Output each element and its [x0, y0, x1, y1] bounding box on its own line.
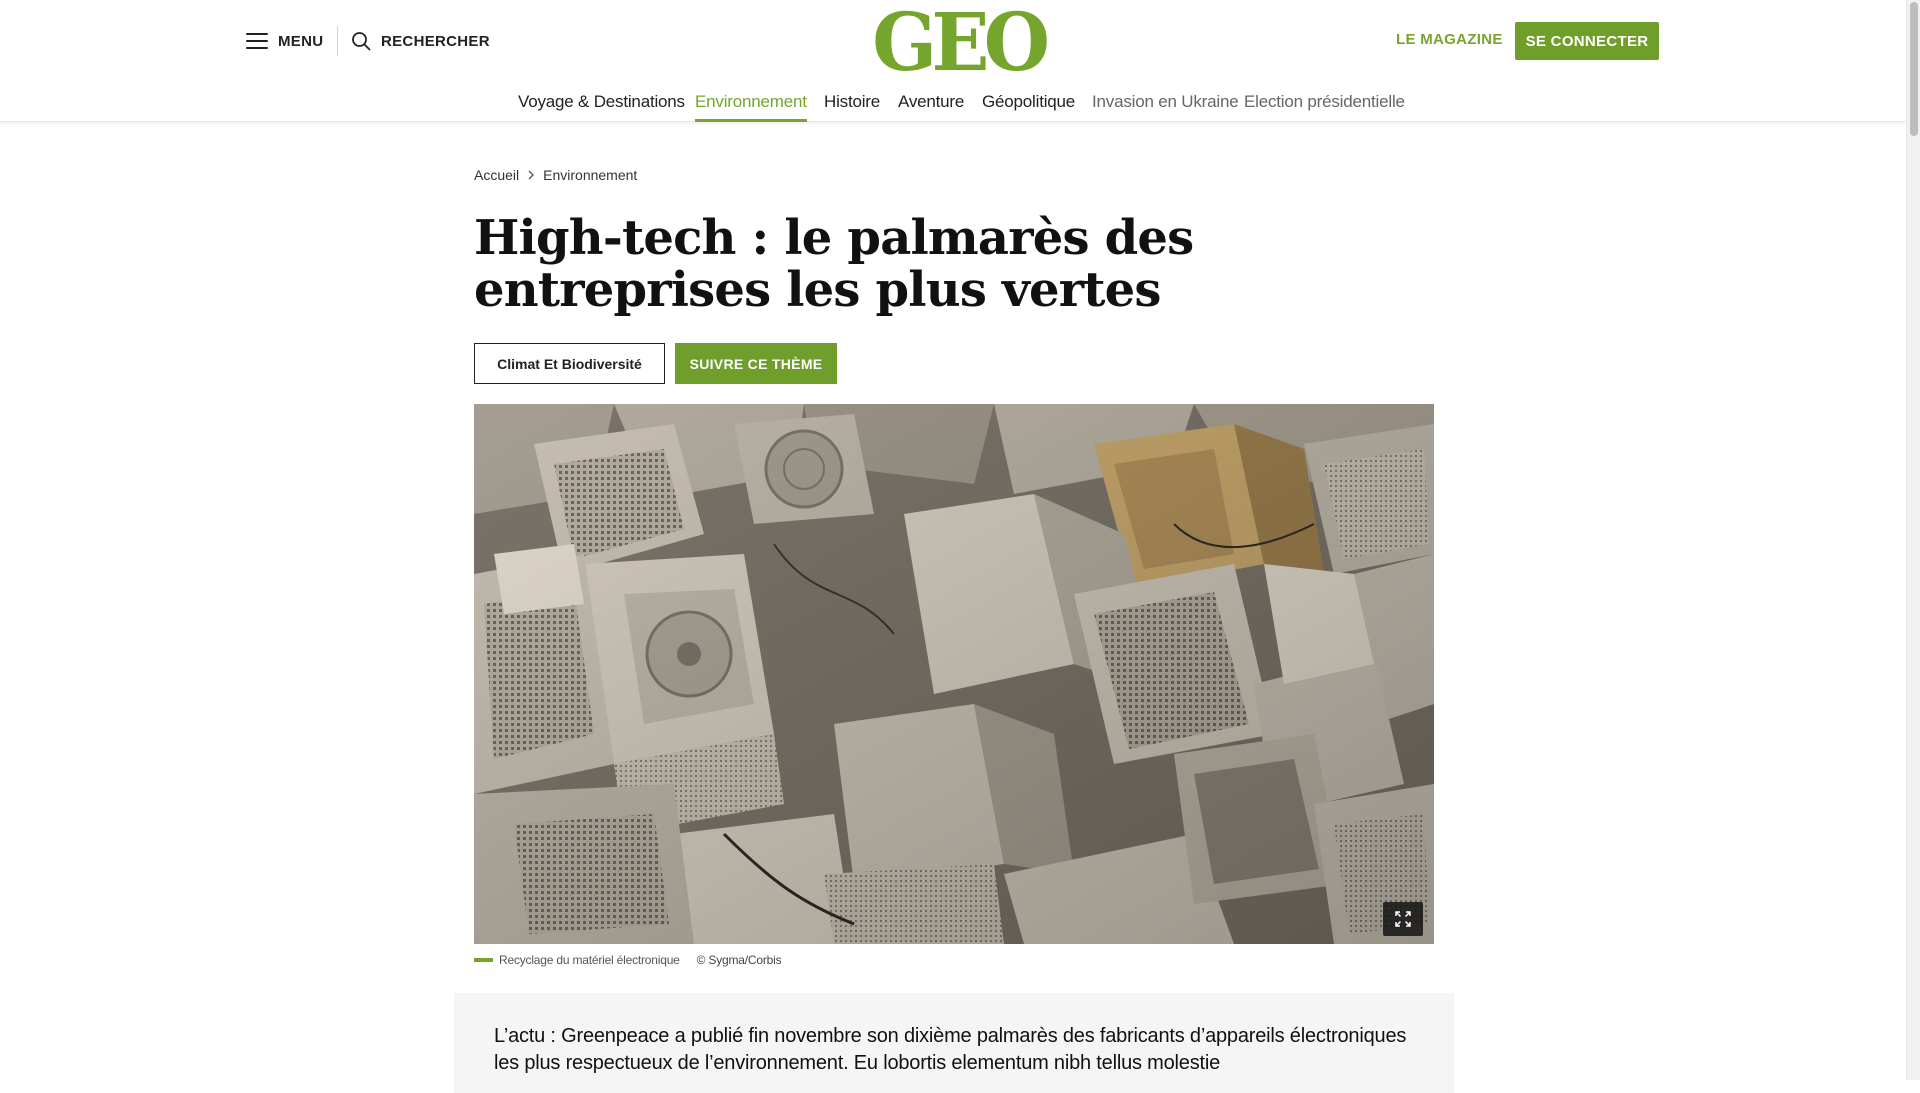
page-scrollbar[interactable]: [1906, 0, 1920, 1080]
main-nav: Voyage & Destinations Environnement Hist…: [0, 92, 1906, 122]
article-title: High-tech : le palmarès des entreprises …: [474, 210, 1194, 318]
article-lead: L’actu : Greenpeace a publié fin novembr…: [494, 1025, 1407, 1074]
scrollbar-thumb[interactable]: [1910, 2, 1918, 136]
geo-logo[interactable]: GEO: [872, 2, 1050, 82]
electronic-waste-photo: [474, 404, 1434, 944]
menu-label: MENU: [278, 32, 324, 50]
tag-button[interactable]: Climat Et Biodiversité: [474, 343, 665, 384]
search-button[interactable]: RECHERCHER: [351, 28, 490, 54]
nav-item-ukraine[interactable]: Invasion en Ukraine: [1092, 92, 1239, 122]
nav-item-environnement[interactable]: Environnement: [695, 92, 807, 122]
breadcrumb-current[interactable]: Environnement: [543, 167, 637, 183]
menu-button[interactable]: MENU: [246, 28, 323, 54]
site-header: MENU RECHERCHER GEO LE MAGAZINE SE CONNE…: [0, 0, 1906, 122]
search-icon: [352, 32, 371, 51]
nav-item-geopolitique[interactable]: Géopolitique: [982, 92, 1075, 122]
breadcrumb-home[interactable]: Accueil: [474, 167, 519, 183]
article-image[interactable]: [474, 404, 1434, 944]
expand-icon: [1395, 911, 1411, 927]
search-label: RECHERCHER: [381, 32, 490, 50]
caption-accent-bar: [474, 958, 493, 962]
chevron-right-icon: [528, 170, 535, 180]
follow-theme-button[interactable]: SUIVRE CE THÈME: [675, 343, 837, 384]
nav-item-voyage[interactable]: Voyage & Destinations: [518, 92, 685, 122]
nav-item-aventure[interactable]: Aventure: [898, 92, 964, 122]
magazine-link[interactable]: LE MAGAZINE: [1396, 31, 1503, 48]
breadcrumb: Accueil Environnement: [474, 167, 637, 183]
caption-text: Recyclage du matériel électronique: [499, 953, 680, 967]
expand-image-button[interactable]: [1383, 902, 1423, 936]
nav-item-histoire[interactable]: Histoire: [824, 92, 880, 122]
connect-button[interactable]: SE CONNECTER: [1515, 22, 1659, 60]
image-credit: © Sygma/Corbis: [696, 953, 782, 967]
nav-item-presidentielle[interactable]: Election présidentielle: [1244, 92, 1405, 122]
hamburger-icon: [246, 33, 268, 49]
header-divider: [337, 26, 338, 56]
image-caption: Recyclage du matériel électronique © Syg…: [474, 953, 782, 967]
